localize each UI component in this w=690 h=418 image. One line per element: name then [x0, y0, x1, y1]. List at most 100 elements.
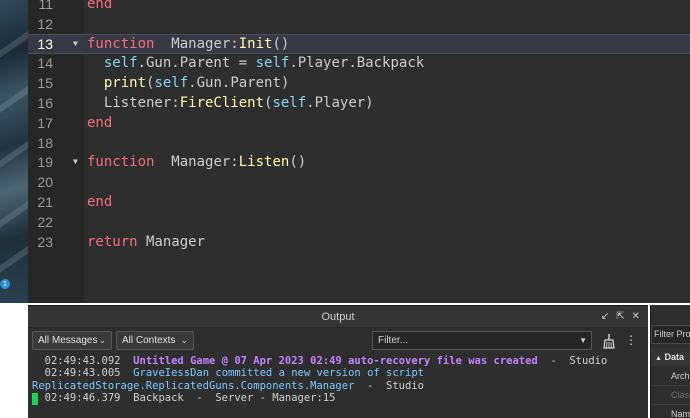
line-number: 15 — [37, 75, 53, 92]
code-token: .Player) — [306, 95, 374, 111]
more-icon: ⋮ — [625, 333, 637, 347]
messages-filter-dropdown[interactable]: All Messages ⌄ — [32, 331, 112, 350]
code-line[interactable]: 23 return Manager — [28, 232, 690, 252]
code-token: self — [154, 75, 189, 92]
chevron-down-icon: ⌄ — [180, 335, 188, 345]
properties-filter-placeholder: Filter Prop — [654, 329, 690, 339]
code-line[interactable]: 17 end — [28, 113, 690, 133]
code-line[interactable]: 20 — [28, 172, 690, 192]
code-token: Manager: — [154, 35, 239, 52]
log-message: Backpack — [133, 391, 184, 404]
log-source: - Studio — [354, 379, 424, 392]
properties-panel: Filter Prop ▲ Data Archiv Class Name — [650, 305, 690, 418]
log-entry[interactable]: 02:49:46.379 Backpack - Server - Manager… — [32, 392, 648, 405]
log-timestamp: 02:49:43.092 — [32, 355, 121, 367]
code-token: Manager: — [154, 154, 239, 171]
output-filter-input[interactable]: Filter... ▼ — [372, 331, 592, 350]
code-token: .Gun.Parent = — [137, 55, 256, 72]
output-panel: Output ↙ ⇱ ✕ All Messages ⌄ All Contexts… — [28, 305, 648, 418]
code-token: return — [87, 233, 138, 250]
line-number: 12 — [37, 15, 53, 32]
code-line[interactable]: 11 end — [28, 0, 690, 14]
code-line[interactable]: 18 — [28, 133, 690, 153]
code-line[interactable]: 22 — [28, 212, 690, 232]
log-message: GraveIessDan committed a new version of … — [133, 367, 424, 380]
line-number: 18 — [37, 134, 53, 151]
code-text: print(self.Gun.Parent) — [87, 73, 289, 93]
log-source: - Studio — [537, 355, 608, 367]
log-source: - Server - Manager:15 — [183, 391, 336, 404]
code-text: Listener:FireClient(self.Player) — [87, 93, 374, 113]
code-token: Manager — [137, 233, 206, 250]
log-message: ReplicatedStorage.ReplicatedGuns.Compone… — [32, 379, 355, 392]
contexts-filter-label: All Contexts — [122, 335, 176, 346]
dropdown-arrow-icon[interactable]: ▼ — [579, 332, 587, 349]
code-token: self — [103, 55, 138, 72]
line-number: 20 — [37, 174, 53, 191]
log-message: Untitled Game @ 07 Apr 2023 02:49 auto-r… — [133, 355, 538, 367]
line-number: 19 — [37, 154, 53, 171]
code-text: end — [87, 113, 112, 133]
code-line[interactable]: 14 self.Gun.Parent = self.Player.Backpac… — [28, 53, 690, 73]
line-number: 11 — [38, 0, 53, 12]
property-row[interactable]: Name — [651, 405, 690, 418]
game-viewport[interactable]: 1 — [0, 0, 28, 303]
collapse-icon: ▲ — [655, 355, 662, 362]
contexts-filter-dropdown[interactable]: All Contexts ⌄ — [116, 331, 194, 350]
property-label: Name — [671, 409, 690, 418]
code-line[interactable]: 13 ▼ function Manager:Init() — [28, 33, 690, 54]
code-token: self — [272, 95, 307, 111]
property-row[interactable]: Archiv — [651, 367, 690, 386]
output-log[interactable]: 02:49:43.092 Untitled Game @ 07 Apr 2023… — [28, 354, 648, 418]
code-token: end — [87, 194, 113, 210]
close-icon[interactable]: ✕ — [632, 310, 640, 324]
properties-section-header[interactable]: ▲ Data — [651, 348, 690, 366]
popout-icon[interactable]: ⇱ — [616, 310, 624, 324]
log-entry[interactable]: ReplicatedStorage.ReplicatedGuns.Compone… — [32, 380, 648, 393]
code-line[interactable]: 21 end — [28, 192, 690, 212]
code-line[interactable]: 12 — [28, 14, 690, 34]
line-number: 13 — [37, 35, 53, 52]
line-number: 23 — [37, 233, 53, 250]
code-token: print — [103, 75, 147, 92]
code-token: .Gun.Parent) — [188, 75, 290, 92]
property-label: Class — [671, 390, 690, 400]
code-token: function — [87, 154, 155, 171]
code-token: Init — [238, 35, 273, 52]
code-line[interactable]: 16 Listener:FireClient(self.Player) — [28, 93, 690, 113]
code-token: FireClient — [179, 95, 265, 111]
property-row[interactable]: Class — [651, 386, 690, 405]
log-timestamp: 02:49:43.005 — [32, 367, 121, 380]
code-token: end — [87, 114, 113, 131]
log-entry[interactable]: 02:49:43.005 GraveIessDan committed a ne… — [32, 367, 648, 380]
code-token: Listen — [238, 154, 290, 171]
messages-filter-label: All Messages — [38, 335, 98, 346]
chevron-down-icon: ⌄ — [98, 335, 106, 345]
line-number: 14 — [37, 55, 53, 72]
code-text: self.Gun.Parent = self.Player.Backpack — [87, 53, 424, 73]
code-token: Listener: — [87, 95, 180, 111]
line-number: 22 — [37, 213, 53, 230]
code-token: .Player.Backpack — [289, 55, 425, 72]
fold-arrow-icon[interactable]: ▼ — [73, 34, 78, 54]
script-editor[interactable]: 11 end 12 13 ▼ function Manager:Init() 14 self… — [28, 0, 690, 303]
output-title: Output — [321, 311, 355, 323]
dock-icon[interactable]: ↙ — [601, 310, 609, 324]
notification-badge[interactable]: 1 — [0, 279, 10, 289]
filter-placeholder: Filter... — [378, 335, 409, 346]
code-text: return Manager — [87, 232, 205, 252]
clear-output-button[interactable] — [600, 331, 618, 350]
code-text: function Manager:Listen() — [87, 152, 306, 172]
property-label: Archiv — [671, 371, 690, 381]
fold-arrow-icon[interactable]: ▼ — [73, 152, 78, 172]
more-options-button[interactable]: ⋮ — [624, 331, 638, 350]
line-number: 21 — [37, 194, 53, 210]
code-text: end — [87, 192, 112, 212]
properties-filter-input[interactable]: Filter Prop — [651, 325, 690, 344]
code-token: self — [255, 55, 290, 72]
output-title-bar: Output ↙ ⇱ ✕ — [28, 306, 648, 328]
code-line[interactable]: 15 print(self.Gun.Parent) — [28, 73, 690, 93]
log-entry[interactable]: 02:49:43.092 Untitled Game @ 07 Apr 2023… — [32, 355, 648, 368]
code-line[interactable]: 19 ▼ function Manager:Listen() — [28, 152, 690, 172]
